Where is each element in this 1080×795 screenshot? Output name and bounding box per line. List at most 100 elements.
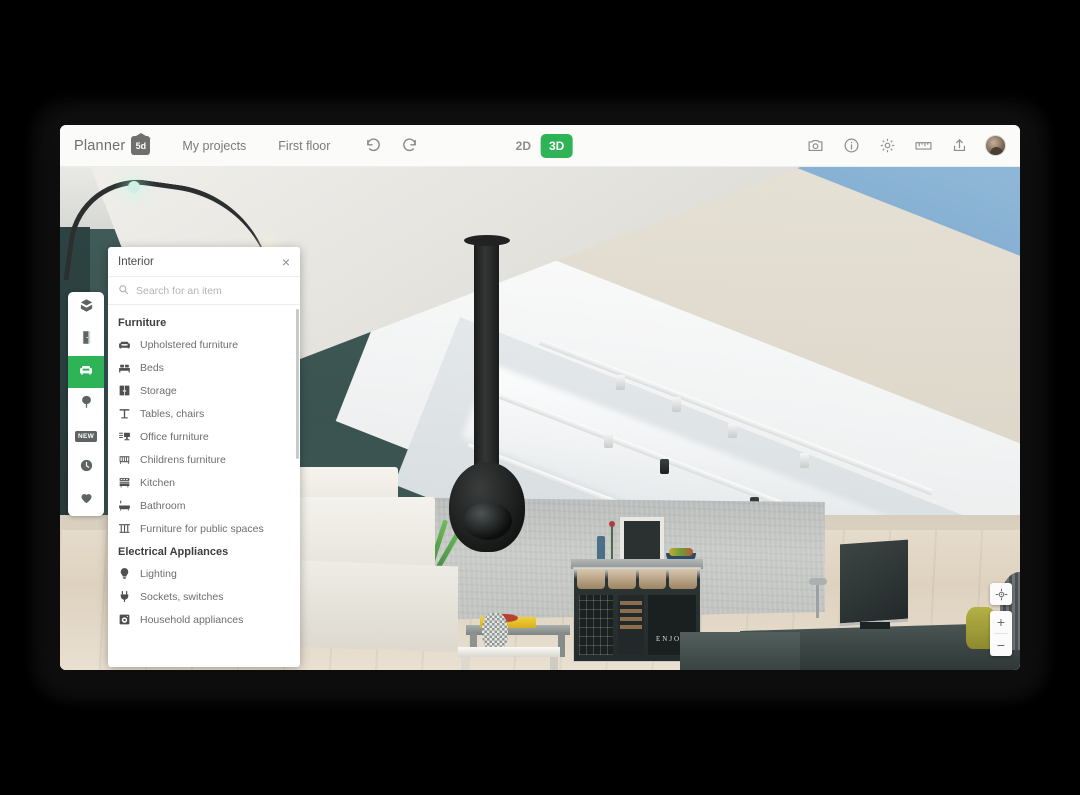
share-icon[interactable] <box>949 136 969 156</box>
heart-icon <box>79 490 94 510</box>
plant-icon <box>79 394 94 414</box>
tv-console-left[interactable] <box>680 632 800 670</box>
coffee-table-top[interactable] <box>458 647 560 657</box>
logo-mark-text: 5d <box>136 142 147 151</box>
left-tool-rail: NEW <box>68 292 104 516</box>
catalog-item-label: Upholstered furniture <box>140 339 238 351</box>
nav-first-floor[interactable]: First floor <box>262 125 346 167</box>
catalog-item-label: Bathroom <box>140 500 186 512</box>
search-icon <box>118 282 129 300</box>
rail-item-favorites[interactable] <box>68 484 104 516</box>
lamp-bulb-2-icon <box>128 181 140 193</box>
catalog-item-public-spaces[interactable]: Furniture for public spaces <box>108 517 300 540</box>
catalog-scrollbar[interactable] <box>296 309 299 459</box>
app-logo[interactable]: Planner 5d <box>60 136 166 155</box>
catalog-list[interactable]: Furniture Upholstered furniture Beds <box>108 305 300 667</box>
zoom-controls: + − <box>990 583 1012 656</box>
catalog-item-label: Office furniture <box>140 431 209 443</box>
tab-3d[interactable]: 3D <box>541 134 572 158</box>
catalog-item-label: Tables, chairs <box>140 408 204 420</box>
ruler-icon[interactable] <box>913 136 933 156</box>
tab-2d[interactable]: 2D <box>508 134 539 158</box>
close-icon[interactable]: × <box>282 255 290 269</box>
catalog-item-kitchen[interactable]: Kitchen <box>108 471 300 494</box>
undo-redo-group <box>346 135 420 157</box>
fruit <box>669 548 693 556</box>
logo-text: Planner <box>74 138 125 154</box>
fireplace-flue <box>474 239 499 479</box>
catalog-item-office-furniture[interactable]: Office furniture <box>108 425 300 448</box>
top-toolbar: Planner 5d My projects First floor <box>60 125 1020 167</box>
rail-item-plants[interactable] <box>68 388 104 420</box>
coffee-table-leg-left <box>461 657 469 670</box>
desk-icon <box>118 430 131 443</box>
framed-picture[interactable] <box>620 517 664 565</box>
kitchen-icon <box>118 476 131 489</box>
group-title-furniture: Furniture <box>108 311 300 333</box>
tv-stand <box>860 622 890 629</box>
catalog-item-upholstered-furniture[interactable]: Upholstered furniture <box>108 333 300 356</box>
catalog-panel-header: Interior × <box>108 247 300 277</box>
rail-item-new[interactable]: NEW <box>68 420 104 452</box>
rail-item-doors-windows[interactable] <box>68 324 104 356</box>
camera-icon[interactable] <box>805 136 825 156</box>
catalog-item-label: Household appliances <box>140 614 243 626</box>
app-window: Planner 5d My projects First floor <box>60 125 1020 670</box>
flower-stem <box>611 525 613 559</box>
catalog-item-label: Kitchen <box>140 477 175 489</box>
catalog-item-label: Sockets, switches <box>140 591 223 603</box>
clock-icon <box>79 458 94 478</box>
spot-light-5 <box>604 433 613 448</box>
bar-books <box>618 595 644 655</box>
crib-icon <box>118 453 131 466</box>
undo-icon[interactable] <box>362 135 384 157</box>
recenter-icon[interactable] <box>990 583 1012 605</box>
rail-item-interior[interactable] <box>68 356 104 388</box>
bottle <box>597 536 605 560</box>
spot-light-4 <box>800 453 809 468</box>
catalog-item-beds[interactable]: Beds <box>108 356 300 379</box>
catalog-item-household-appliances[interactable]: Household appliances <box>108 608 300 631</box>
bed-icon <box>118 361 131 374</box>
search-input[interactable]: Search for an item <box>136 285 222 297</box>
spot-light-3 <box>728 423 737 438</box>
top-right-tools <box>805 135 1020 156</box>
wine-rack <box>579 595 613 655</box>
catalog-item-sockets-switches[interactable]: Sockets, switches <box>108 585 300 608</box>
zoom-out-button[interactable]: − <box>990 634 1012 656</box>
catalog-item-label: Childrens furniture <box>140 454 226 466</box>
info-icon[interactable] <box>841 136 861 156</box>
plug-icon <box>118 590 131 603</box>
new-badge: NEW <box>75 431 97 442</box>
door-window-icon <box>79 330 94 350</box>
catalog-item-label: Lighting <box>140 568 177 580</box>
house-5d-icon: 5d <box>131 136 150 155</box>
spot-light-2 <box>672 397 681 412</box>
catalog-item-storage[interactable]: Storage <box>108 379 300 402</box>
catalog-item-lighting[interactable]: Lighting <box>108 562 300 585</box>
gear-icon[interactable] <box>877 136 897 156</box>
catalog-item-bathroom[interactable]: Bathroom <box>108 494 300 517</box>
coffee-table-leg-right <box>550 657 558 670</box>
catalog-item-tables-chairs[interactable]: Tables, chairs <box>108 402 300 425</box>
nav-my-projects[interactable]: My projects <box>166 125 262 167</box>
television[interactable] <box>840 540 908 627</box>
redo-icon[interactable] <box>398 135 420 157</box>
rail-item-construct[interactable] <box>68 292 104 324</box>
sofa-icon <box>118 338 131 351</box>
catalog-item-label: Storage <box>140 385 177 397</box>
zoom-in-out-group: + − <box>990 611 1012 656</box>
spot-light-1 <box>616 375 625 390</box>
bench-icon <box>118 522 131 535</box>
spot-light-6 <box>660 459 669 474</box>
fireplace-glass <box>464 502 512 540</box>
catalog-item-childrens-furniture[interactable]: Childrens furniture <box>108 448 300 471</box>
scene-viewport-3d[interactable]: ENJOY <box>60 167 1020 670</box>
rail-item-recent[interactable] <box>68 452 104 484</box>
avatar[interactable] <box>985 135 1006 156</box>
catalog-search-row[interactable]: Search for an item <box>108 277 300 305</box>
catalog-panel: Interior × Search for an item Furniture <box>108 247 300 667</box>
zoom-in-button[interactable]: + <box>990 611 1012 633</box>
washer-icon <box>118 613 131 626</box>
desk-lamp[interactable] <box>816 582 819 618</box>
